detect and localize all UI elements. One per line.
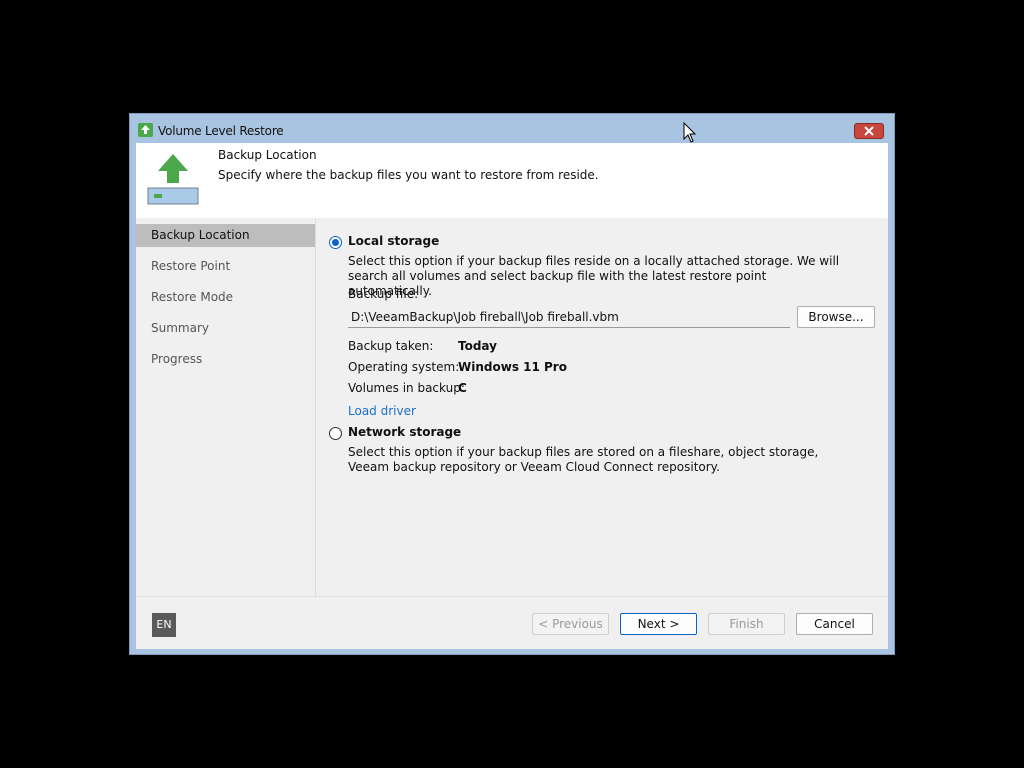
backup-file-label: Backup file: — [348, 287, 419, 301]
local-storage-radio[interactable] — [329, 236, 342, 249]
close-button[interactable] — [854, 123, 884, 139]
wizard-header: Backup Location Specify where the backup… — [136, 143, 888, 218]
network-storage-radio[interactable] — [329, 427, 342, 440]
nav-item-progress[interactable]: Progress — [136, 348, 315, 371]
cancel-button[interactable]: Cancel — [796, 613, 873, 635]
backup-location-icon — [147, 154, 199, 205]
browse-button[interactable]: Browse... — [797, 306, 875, 328]
nav-item-restore-mode[interactable]: Restore Mode — [136, 286, 315, 309]
wizard-content: Local storage Select this option if your… — [316, 218, 888, 596]
network-storage-label[interactable]: Network storage — [348, 425, 461, 439]
language-indicator[interactable]: EN — [152, 613, 176, 637]
backup-file-input[interactable] — [348, 306, 790, 328]
step-description: Specify where the backup files you want … — [218, 168, 599, 182]
next-button[interactable]: Next > — [620, 613, 697, 635]
mouse-cursor-icon — [683, 122, 697, 143]
close-icon — [864, 126, 874, 136]
volumes-value: C — [458, 381, 467, 395]
window-title: Volume Level Restore — [158, 124, 284, 138]
backup-taken-value: Today — [458, 339, 497, 353]
nav-item-backup-location[interactable]: Backup Location — [136, 224, 315, 247]
local-storage-label[interactable]: Local storage — [348, 234, 439, 248]
app-restore-icon — [138, 123, 153, 137]
network-storage-description: Select this option if your backup files … — [348, 445, 819, 474]
load-driver-link[interactable]: Load driver — [348, 404, 416, 418]
backup-taken-label: Backup taken: — [348, 339, 434, 353]
wizard-footer: EN < Previous Next > Finish Cancel — [136, 596, 888, 649]
volume-level-restore-window: Volume Level Restore Backup Location Spe… — [129, 113, 895, 655]
dialog-client: Backup Location Specify where the backup… — [136, 143, 888, 649]
local-storage-description: Select this option if your backup files … — [348, 254, 840, 298]
previous-button[interactable]: < Previous — [532, 613, 609, 635]
operating-system-value: Windows 11 Pro — [458, 360, 567, 374]
finish-button[interactable]: Finish — [708, 613, 785, 635]
step-title: Backup Location — [218, 148, 317, 162]
title-bar[interactable]: Volume Level Restore — [130, 114, 894, 143]
nav-item-restore-point[interactable]: Restore Point — [136, 255, 315, 278]
volumes-label: Volumes in backup: — [348, 381, 465, 395]
operating-system-label: Operating system: — [348, 360, 460, 374]
nav-item-summary[interactable]: Summary — [136, 317, 315, 340]
wizard-steps-nav: Backup Location Restore Point Restore Mo… — [136, 218, 316, 596]
